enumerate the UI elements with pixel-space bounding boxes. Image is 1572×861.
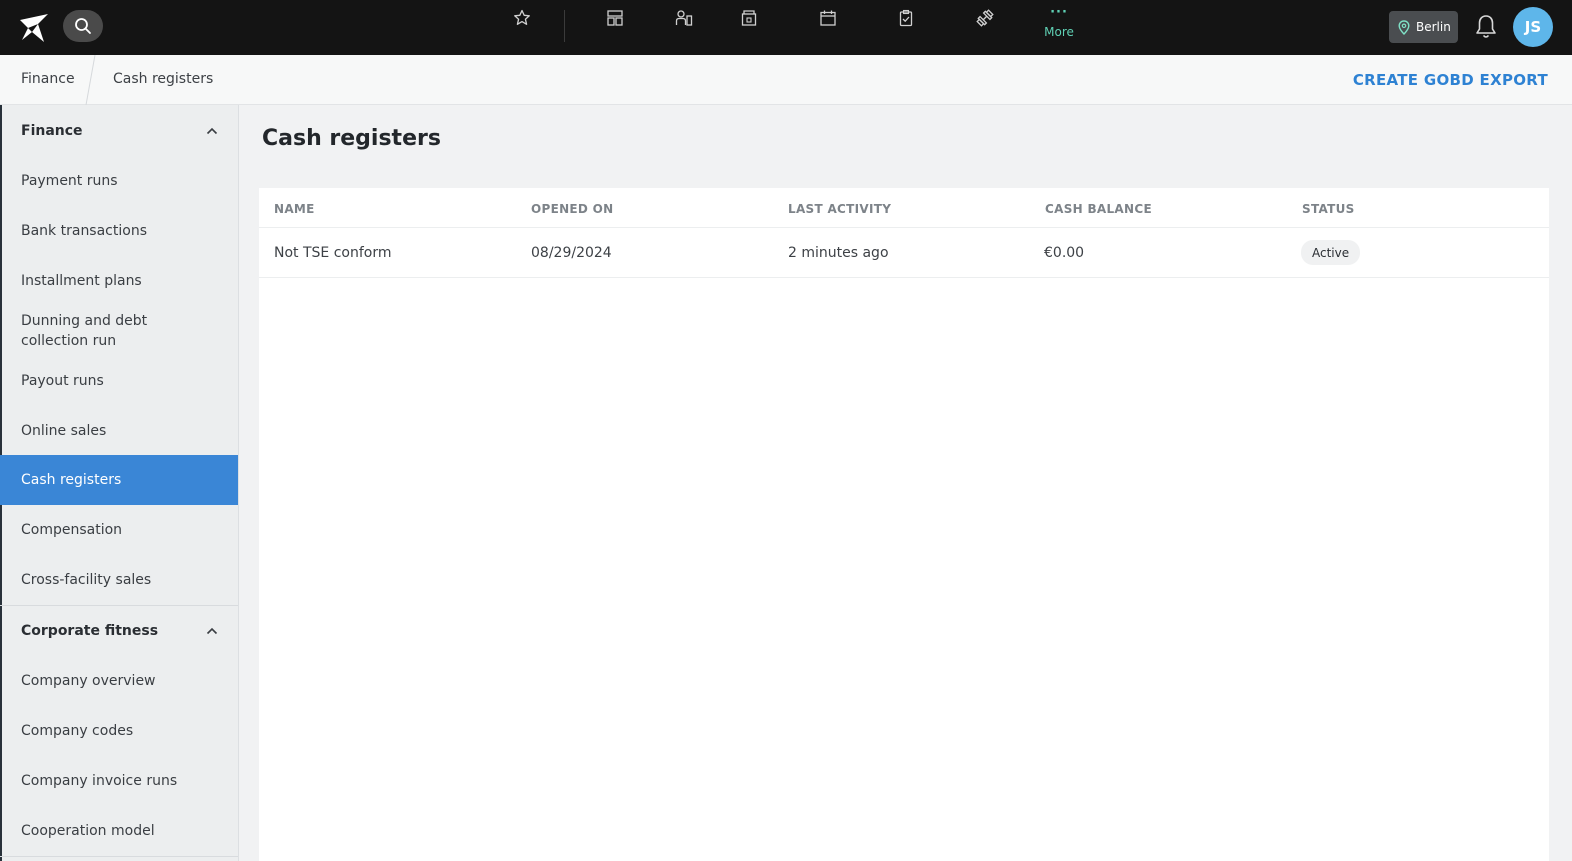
location-pin-icon [1398, 19, 1410, 35]
chevron-up-icon [206, 627, 218, 635]
members-nav-button[interactable] [668, 6, 700, 30]
column-header-opened-on[interactable]: OPENED ON [531, 202, 614, 216]
top-navigation-bar: ··· More Berlin JS [0, 0, 1572, 55]
sidebar-item-cross-facility-sales[interactable]: Cross-facility sales [0, 555, 238, 605]
breadcrumb-separator [85, 55, 96, 105]
location-label: Berlin [1416, 20, 1451, 34]
sidebar-item-installment-plans[interactable]: Installment plans [0, 256, 238, 306]
sidebar-item-cooperation-model[interactable]: Cooperation model [0, 806, 238, 856]
more-dots-icon: ··· [1050, 5, 1068, 20]
dashboard-icon [607, 10, 623, 26]
sidebar-item-online-sales[interactable]: Online sales [0, 406, 238, 456]
sidebar-item-company-codes[interactable]: Company codes [0, 706, 238, 756]
sidebar-item-payout-runs[interactable]: Payout runs [0, 356, 238, 406]
column-header-cash-balance[interactable]: CASH BALANCE [1045, 202, 1152, 216]
cell-last-activity: 2 minutes ago [788, 245, 889, 261]
breadcrumb: Finance Cash registers CREATE GOBD EXPOR… [0, 55, 1572, 105]
cell-opened-on: 08/29/2024 [531, 245, 612, 261]
more-label: More [1044, 25, 1074, 39]
cash-registers-table: NAME OPENED ON LAST ACTIVITY CASH BALANC… [259, 188, 1549, 861]
notifications-bell-icon[interactable] [1473, 13, 1499, 41]
favorites-nav-button[interactable] [506, 6, 538, 30]
tasks-nav-button[interactable] [890, 6, 922, 30]
user-avatar[interactable]: JS [1513, 7, 1553, 47]
facility-icon [741, 10, 757, 26]
sidebar-item-dunning-and-debt-collection-run[interactable]: Dunning and debt collection run [0, 306, 238, 356]
status-badge: Active [1301, 240, 1361, 265]
calendar-icon [820, 10, 836, 26]
breadcrumb-item-finance[interactable]: Finance [21, 71, 75, 87]
sidebar-item-cash-registers[interactable]: Cash registers [0, 455, 238, 505]
location-selector[interactable]: Berlin [1389, 11, 1458, 43]
sidebar-item-company-overview[interactable]: Company overview [0, 656, 238, 706]
sidebar-divider [0, 856, 238, 857]
sidebar: Finance Payment runs Bank transactions I… [0, 105, 239, 861]
page-title: Cash registers [262, 126, 441, 151]
sidebar-item-company-invoice-runs[interactable]: Company invoice runs [0, 756, 238, 806]
app-logo-icon[interactable] [14, 8, 54, 46]
search-icon [75, 18, 91, 34]
cell-name: Not TSE conform [274, 245, 392, 261]
training-nav-button[interactable] [969, 6, 1001, 30]
calendar-nav-button[interactable] [812, 6, 844, 30]
sidebar-section-title: Finance [21, 123, 83, 139]
column-header-status[interactable]: STATUS [1302, 202, 1355, 216]
sidebar-item-bank-transactions[interactable]: Bank transactions [0, 206, 238, 256]
global-search-button[interactable] [63, 10, 103, 42]
facility-nav-button[interactable] [733, 6, 765, 30]
create-gobd-export-button[interactable]: CREATE GOBD EXPORT [1353, 71, 1548, 89]
star-icon [514, 9, 530, 25]
chevron-up-icon [206, 127, 218, 135]
clipboard-icon [899, 9, 913, 27]
table-row[interactable]: Not TSE conform 08/29/2024 2 minutes ago… [259, 228, 1549, 278]
members-icon [675, 10, 693, 26]
more-nav-button[interactable]: ··· More [1034, 6, 1084, 48]
nav-divider [564, 10, 565, 42]
cell-cash-balance: €0.00 [1044, 245, 1085, 261]
sidebar-section-finance[interactable]: Finance [0, 106, 238, 156]
sidebar-item-payment-runs[interactable]: Payment runs [0, 156, 238, 206]
column-header-name[interactable]: NAME [274, 202, 315, 216]
sidebar-section-corporate-fitness[interactable]: Corporate fitness [0, 606, 238, 656]
dumbbell-icon [976, 9, 994, 27]
sidebar-section-title: Corporate fitness [21, 623, 159, 639]
sidebar-item-compensation[interactable]: Compensation [0, 505, 238, 555]
dashboard-nav-button[interactable] [599, 6, 631, 30]
breadcrumb-item-cash-registers[interactable]: Cash registers [113, 71, 213, 87]
column-header-last-activity[interactable]: LAST ACTIVITY [788, 202, 891, 216]
